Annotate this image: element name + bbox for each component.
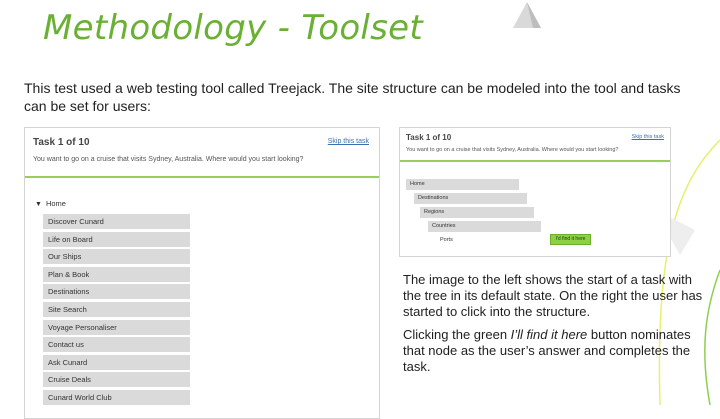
tree-item[interactable]: Voyage Personaliser xyxy=(43,319,190,335)
intro-text: This test used a web testing tool called… xyxy=(24,80,681,114)
tree-item[interactable]: Discover Cunard xyxy=(43,214,190,229)
tree-item[interactable]: Contact us xyxy=(43,337,190,353)
task-title: Task 1 of 10 xyxy=(33,137,90,148)
caption-text-part: Clicking the green xyxy=(403,327,511,342)
tree-item[interactable]: Life on Board xyxy=(43,231,190,247)
tree-list: Discover Cunard Life on Board Our Ships … xyxy=(43,214,190,408)
caption-emphasis: I’ll find it here xyxy=(510,327,588,342)
tree-node-home[interactable]: Home xyxy=(406,179,519,190)
tree-root-home[interactable]: ▼ Home xyxy=(35,199,66,208)
decorative-triangle-top xyxy=(513,2,541,28)
tree-item[interactable]: Cruise Deals xyxy=(43,372,190,388)
tree-node-destinations[interactable]: Destinations xyxy=(414,193,527,204)
tree-item[interactable]: Our Ships xyxy=(43,249,190,265)
task-header: Task 1 of 10 Skip this task You want to … xyxy=(400,128,670,162)
task-header: Task 1 of 10 Skip this task You want to … xyxy=(25,128,379,178)
treejack-screenshot-default: Task 1 of 10 Skip this task You want to … xyxy=(24,127,380,419)
tree-node-regions[interactable]: Regions xyxy=(420,207,534,218)
tree-item[interactable]: Cunard World Club xyxy=(43,389,190,405)
slide-title: Methodology - Toolset xyxy=(43,8,424,48)
tree-item[interactable]: Destinations xyxy=(43,284,190,300)
caption-paragraph-1: The image to the left shows the start of… xyxy=(403,272,703,319)
task-description: You want to go on a cruise that visits S… xyxy=(406,147,619,153)
treejack-screenshot-expanded: Task 1 of 10 Skip this task You want to … xyxy=(399,127,671,257)
skip-task-link[interactable]: Skip this task xyxy=(632,134,664,140)
caption-paragraph-2: Clicking the green I’ll find it here but… xyxy=(403,327,708,375)
find-it-here-button[interactable]: I'd find it here xyxy=(550,234,591,245)
tree-node-ports[interactable]: Ports xyxy=(436,235,536,246)
tree-item[interactable]: Plan & Book xyxy=(43,266,190,282)
task-title: Task 1 of 10 xyxy=(406,133,452,142)
task-description: You want to go on a cruise that visits S… xyxy=(33,156,304,163)
tree-node-countries[interactable]: Countries xyxy=(428,221,541,232)
tree-item[interactable]: Ask Cunard xyxy=(43,354,190,370)
skip-task-link[interactable]: Skip this task xyxy=(328,138,369,145)
tree-item[interactable]: Site Search xyxy=(43,301,190,317)
tree-root-label: Home xyxy=(45,199,66,208)
caption-text: The image to the left shows the start of… xyxy=(403,272,708,382)
expand-arrow-icon: ▼ xyxy=(35,201,42,208)
